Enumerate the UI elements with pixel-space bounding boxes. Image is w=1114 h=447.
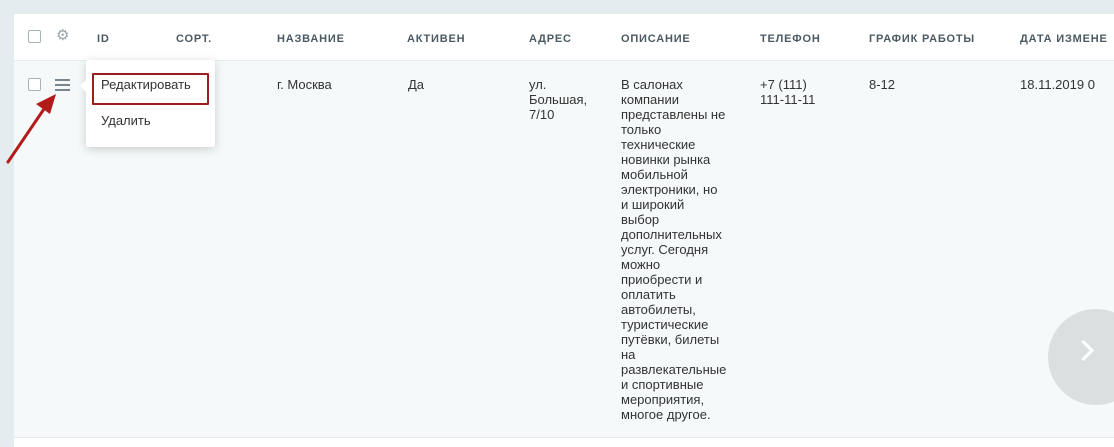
- description-line: дополнительных: [621, 227, 722, 242]
- column-header-name[interactable]: НАЗВАНИЕ: [277, 33, 345, 45]
- phone-line: 111-11-11: [760, 92, 816, 107]
- column-header-address[interactable]: АДРЕС: [529, 33, 572, 45]
- cell-schedule: 8-12: [869, 77, 896, 92]
- address-line: Большая,: [529, 92, 588, 107]
- description-line: оплатить: [621, 287, 676, 302]
- cell-active: Да: [408, 77, 425, 92]
- description-line: автобилеты,: [621, 302, 696, 317]
- red-arrow: [6, 94, 56, 164]
- column-header-active[interactable]: АКТИВЕН: [407, 33, 465, 45]
- cell-date-modified: 18.11.2019 0: [1020, 77, 1095, 92]
- description-line: компании: [621, 92, 679, 107]
- description-line: на: [621, 347, 636, 362]
- column-header-schedule[interactable]: ГРАФИК РАБОТЫ: [869, 33, 975, 45]
- description-line: путёвки, билеты: [621, 332, 720, 347]
- description-line: В салонах: [621, 77, 683, 92]
- description-line: технические: [621, 137, 696, 152]
- chevron-right-icon: [1072, 339, 1095, 362]
- column-header-sort[interactable]: СОРТ.: [176, 33, 212, 45]
- cell-phone: +7 (111) 111-11-11: [760, 77, 815, 107]
- cell-description: В салонах компании представлены не тольк…: [621, 77, 751, 422]
- description-line: электроники, но: [621, 182, 718, 197]
- cell-address: ул. Большая, 7/10: [529, 77, 609, 122]
- column-header-date-modified[interactable]: ДАТА ИЗМЕНЕ: [1020, 33, 1108, 45]
- description-line: многое другое.: [621, 407, 711, 422]
- column-header-description[interactable]: ОПИСАНИЕ: [621, 33, 691, 45]
- table-header: ⚙ ID СОРТ. НАЗВАНИЕ АКТИВЕН АДРЕС ОПИСАН…: [14, 14, 1114, 61]
- description-line: и спортивные: [621, 377, 704, 392]
- description-line: представлены не: [621, 107, 726, 122]
- description-line: мероприятия,: [621, 392, 705, 407]
- cell-name: г. Москва: [277, 77, 332, 92]
- description-line: выбор: [621, 212, 660, 227]
- description-line: новинки рынка: [621, 152, 711, 167]
- description-line: туристические: [621, 317, 709, 332]
- description-line: приобрести и: [621, 272, 703, 287]
- description-line: услуг. Сегодня: [621, 242, 709, 257]
- description-line: развлекательные: [621, 362, 727, 377]
- description-line: и широкий: [621, 197, 685, 212]
- description-line: только: [621, 122, 662, 137]
- phone-line: +7 (111): [760, 77, 807, 92]
- description-line: мобильной: [621, 167, 688, 182]
- address-line: ул.: [529, 77, 547, 92]
- description-line: можно: [621, 257, 661, 272]
- address-line: 7/10: [529, 107, 555, 122]
- column-header-phone[interactable]: ТЕЛЕФОН: [760, 33, 821, 45]
